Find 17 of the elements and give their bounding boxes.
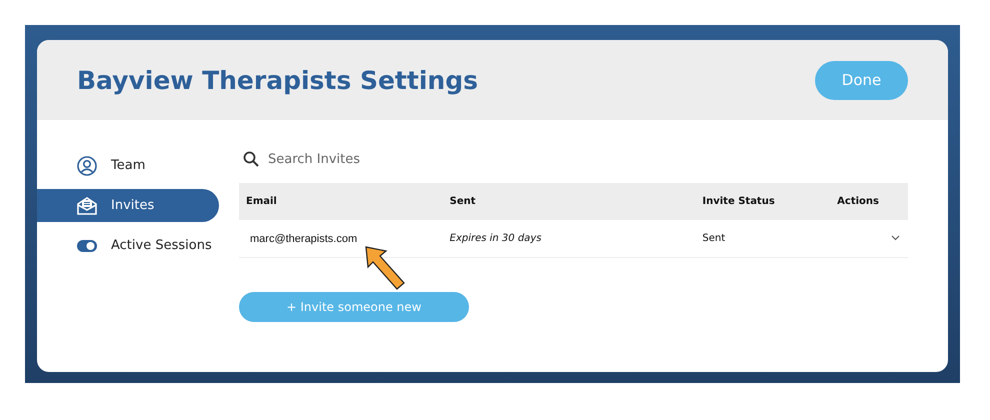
table-cell-text: marc@therapists.com [249, 232, 358, 244]
column-header: Sent [450, 196, 476, 207]
table-cell: Sent [702, 233, 726, 244]
column-header: Email [246, 196, 277, 207]
search-icon [243, 151, 259, 167]
table-cell: Expires in 30 days [450, 233, 542, 244]
window-title: Bayview Therapists Settings [77, 66, 478, 94]
sidebar-item[interactable]: Team [37, 149, 219, 182]
column-header: Invite Status [702, 196, 775, 207]
envelope-icon [76, 196, 98, 216]
sidebar-item[interactable]: Active Sessions [37, 229, 219, 262]
sidebar-item[interactable]: Invites [37, 189, 219, 222]
toggle-icon [77, 240, 97, 252]
annotation-arrow [364, 244, 406, 290]
chevron-down-icon[interactable] [891, 235, 900, 241]
column-header: Actions [837, 196, 879, 207]
user-circle-icon [77, 156, 97, 176]
